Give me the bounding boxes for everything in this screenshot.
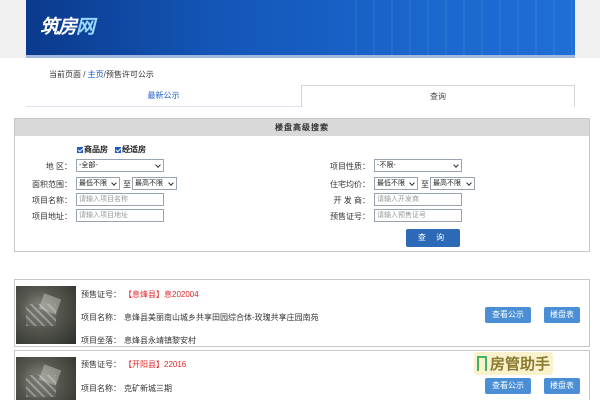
area-to-label: 至 <box>123 180 131 189</box>
developer-label: 开 发 商： <box>333 196 370 205</box>
project-address-input[interactable]: 请输入项目地址 <box>76 209 164 222</box>
logo-accent-text: 网 <box>76 16 95 38</box>
project-address-label: 项目地址： <box>32 212 72 221</box>
project-thumbnail[interactable] <box>16 286 76 344</box>
project-name-label: 项目名称： <box>81 384 121 393</box>
project-name-value: 克矿新城三期 <box>124 384 172 393</box>
breadcrumb-current: /预售许可公示 <box>103 70 154 79</box>
checkbox-commercial-housing[interactable]: 商品房 <box>77 144 108 155</box>
door-icon <box>477 356 487 371</box>
app-watermark: 房管助手 <box>474 352 554 375</box>
checkbox-affordable-housing[interactable]: 经适房 <box>115 144 146 155</box>
project-name-label: 项目名称： <box>32 196 72 205</box>
breadcrumb-prefix: 当前页面 / <box>49 70 88 79</box>
project-nature-select[interactable]: -不限- <box>374 159 462 172</box>
developer-input[interactable]: 请输入开发商 <box>374 193 462 206</box>
view-announcement-button[interactable]: 查看公示 <box>485 378 531 394</box>
district-label: 地 区： <box>45 162 72 171</box>
area-range-label: 面积范围： <box>32 180 72 189</box>
header-banner: 筑房网 <box>0 0 600 58</box>
price-to-label: 至 <box>421 180 429 189</box>
building-table-button[interactable]: 楼盘表 <box>544 378 580 394</box>
avg-price-label: 住宅均价： <box>330 180 370 189</box>
building-table-button[interactable]: 楼盘表 <box>544 307 580 323</box>
search-panel-title: 楼盘高级搜索 <box>15 119 589 136</box>
permit-label: 预售证号： <box>81 360 121 369</box>
checkbox-checked-icon <box>77 146 83 153</box>
watermark-text: 房管助手 <box>490 356 551 373</box>
logo-main-text: 筑房 <box>40 16 77 38</box>
checkbox-affordable-housing-label: 经适房 <box>122 145 146 154</box>
permit-label: 预售证号： <box>81 290 121 299</box>
project-thumbnail[interactable] <box>16 357 76 400</box>
area-min-select[interactable]: 最低不限 <box>76 177 120 190</box>
site-logo[interactable]: 筑房网 <box>40 12 95 39</box>
permit-number-label: 预售证号： <box>330 212 370 221</box>
tab-bar: 最新公示 查询 <box>26 85 575 107</box>
project-nature-label: 项目性质： <box>330 162 370 171</box>
result-item: 预售证号： 【息烽县】息202004 项目名称： 息烽县美丽南山城乡共享田园综合… <box>14 279 590 347</box>
price-max-select[interactable]: 最高不限 <box>430 177 475 190</box>
project-location-label: 项目坐落： <box>81 336 121 345</box>
project-name-input[interactable]: 请输入项目名称 <box>76 193 164 206</box>
view-announcement-button[interactable]: 查看公示 <box>485 307 531 323</box>
project-name-value: 息烽县美丽南山城乡共享田园综合体-玫瑰共享庄园南苑 <box>124 313 319 322</box>
permit-value: 【息烽县】息202004 <box>124 290 199 299</box>
breadcrumb-home-link[interactable]: 主页 <box>88 70 104 79</box>
area-max-select[interactable]: 最高不限 <box>132 177 177 190</box>
advanced-search-panel: 楼盘高级搜索 商品房 经适房 地 区： -全部- 面积范围： 最低不限 至 最高… <box>14 118 590 252</box>
permit-number-input[interactable]: 请输入预售证号 <box>374 209 462 222</box>
district-select[interactable]: -全部- <box>76 159 164 172</box>
breadcrumb: 当前页面 / 主页/预售许可公示 <box>49 69 154 80</box>
price-min-select[interactable]: 最低不限 <box>374 177 418 190</box>
tab-query[interactable]: 查询 <box>301 85 575 107</box>
checkbox-commercial-housing-label: 商品房 <box>84 145 108 154</box>
banner-image: 筑房网 <box>26 0 575 58</box>
project-name-label: 项目名称： <box>81 313 121 322</box>
query-button[interactable]: 查 询 <box>406 229 460 247</box>
tab-latest[interactable]: 最新公示 <box>26 85 301 107</box>
project-location-value: 息烽县永靖镇黎安村 <box>124 336 196 345</box>
permit-value: 【开阳县】22016 <box>124 360 187 369</box>
checkbox-checked-icon <box>115 146 121 153</box>
